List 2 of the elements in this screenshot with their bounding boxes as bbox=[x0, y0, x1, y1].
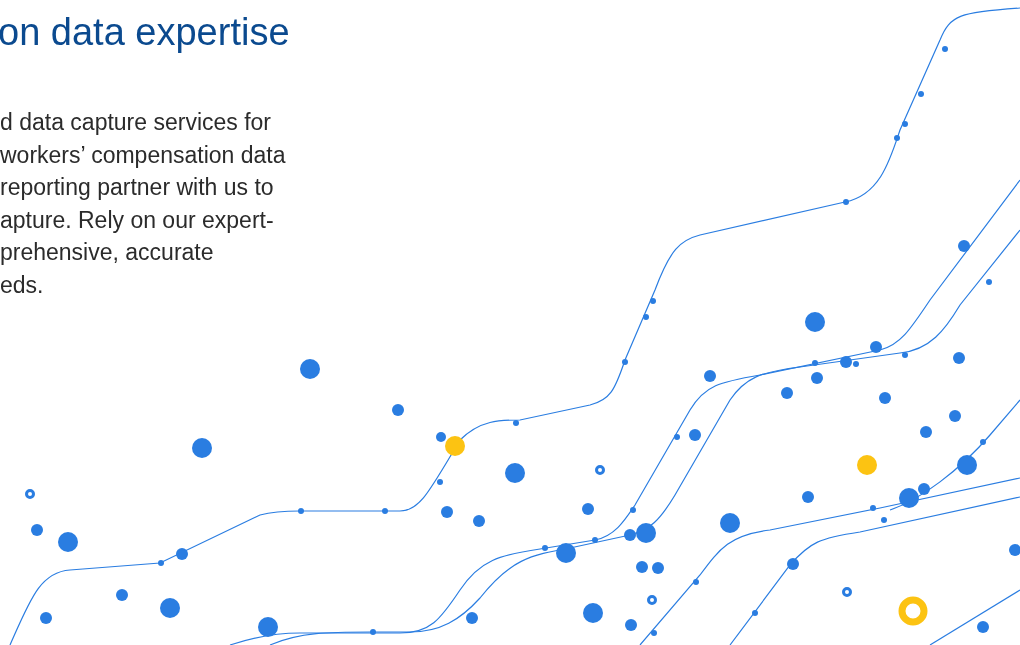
description-paragraph: d data capture services for workers’ compensation data reporting partner with us to apture. Rely on our expert- prehensive, accurate eds. bbox=[0, 108, 286, 300]
section-heading: on data expertise bbox=[0, 10, 290, 55]
